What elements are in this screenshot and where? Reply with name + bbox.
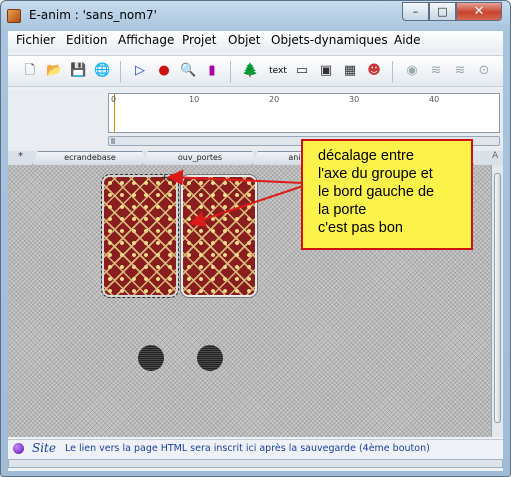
ruler-tick: 20: [269, 95, 280, 104]
minimize-button[interactable]: –: [402, 2, 429, 21]
menu-aide[interactable]: Aide: [394, 33, 421, 47]
toolbar-separator: [120, 61, 121, 83]
ruler-tick: 0: [111, 95, 117, 104]
menu-projet[interactable]: Projet: [182, 33, 216, 47]
timer-icon[interactable]: ⊙: [476, 63, 492, 79]
rectangle-icon[interactable]: ▭: [294, 63, 310, 79]
annotation-line: la porte: [318, 202, 367, 218]
eye-icon[interactable]: ◉: [404, 63, 420, 79]
client-area: Fichier Edition Affichage Projet Objet O…: [8, 31, 503, 471]
menu-bar: Fichier Edition Affichage Projet Objet O…: [8, 31, 503, 52]
record-icon[interactable]: ●: [156, 63, 172, 79]
palette-icon[interactable]: ▮: [204, 63, 220, 79]
app-icon: [7, 9, 21, 23]
tab-ecrandebase[interactable]: ecrandebase: [32, 151, 148, 165]
globe-icon[interactable]: 🌐: [94, 63, 110, 79]
layers-icon[interactable]: ≋: [428, 63, 444, 79]
menu-edition[interactable]: Edition: [66, 33, 108, 47]
frame-icon[interactable]: ▣: [318, 63, 334, 79]
menu-fichier[interactable]: Fichier: [16, 33, 55, 47]
ruler-tick: 40: [429, 95, 440, 104]
annotation-line: l'axe du groupe et: [318, 166, 433, 182]
annotation-box: décalage entre l'axe du groupe et le bor…: [301, 139, 473, 250]
door-left-card[interactable]: [101, 174, 179, 298]
site-link[interactable]: Site: [32, 441, 56, 455]
menu-affichage[interactable]: Affichage: [118, 33, 174, 47]
canvas-scrollbar[interactable]: [491, 165, 503, 437]
title-bar[interactable]: E-anim : 'sans_nom7' – □ ✕: [1, 1, 510, 31]
annotation-line: le bord gauche de: [318, 184, 435, 200]
tab-ouv-portes[interactable]: ouv_portes: [142, 151, 258, 165]
character-icon[interactable]: ☻: [366, 63, 382, 79]
window-title: E-anim : 'sans_nom7': [29, 8, 157, 22]
image-settings-icon[interactable]: ▦: [342, 63, 358, 79]
ruler-tick: 10: [189, 95, 200, 104]
text-tool-button[interactable]: text: [266, 63, 290, 79]
play-icon[interactable]: ▷: [132, 63, 148, 79]
tab-star: *: [18, 151, 23, 162]
annotation-line: décalage entre: [318, 148, 414, 164]
menu-objet[interactable]: Objet: [228, 33, 260, 47]
site-bullet-icon: [13, 443, 24, 454]
layers-alt-icon[interactable]: ≋: [452, 63, 468, 79]
close-button[interactable]: ✕: [456, 2, 502, 21]
dark-circle[interactable]: [138, 345, 164, 371]
scrollbar-thumb[interactable]: [494, 173, 501, 423]
open-folder-icon[interactable]: 📂: [46, 63, 62, 79]
app-window: E-anim : 'sans_nom7' – □ ✕ Fichier Editi…: [0, 0, 511, 477]
status-bar: Site Le lien vers la page HTML sera insc…: [8, 439, 503, 457]
timeline-ruler[interactable]: 0 10 20 30 40: [108, 93, 500, 133]
bottom-scrollbar[interactable]: [8, 459, 503, 468]
scrollbar-thumb[interactable]: [111, 138, 115, 144]
magnifier-icon[interactable]: 🔍: [180, 63, 196, 79]
toolbar-separator: [392, 61, 393, 83]
door-right-card[interactable]: [183, 177, 255, 295]
group-axis-marker: +: [161, 173, 169, 183]
tree-image-icon[interactable]: 🌲: [242, 63, 258, 79]
toolbar-separator: [230, 61, 231, 83]
status-message: Le lien vers la page HTML sera inscrit i…: [65, 443, 430, 454]
save-icon[interactable]: 💾: [70, 63, 86, 79]
menu-objets-dynamiques[interactable]: Objets-dynamiques: [271, 33, 388, 47]
toolbar: 🗋 📂 💾 🌐 ▷ ● 🔍 ▮ 🌲 text ▭ ▣ ▦ ☻ ◉ ≋ ≋ ⊙: [8, 55, 503, 87]
tab-more[interactable]: A: [492, 151, 498, 161]
annotation-line: c'est pas bon: [318, 220, 403, 236]
maximize-button[interactable]: □: [429, 2, 456, 21]
dark-circle[interactable]: [197, 345, 223, 371]
ruler-tick: 30: [349, 95, 360, 104]
new-file-icon[interactable]: 🗋: [22, 63, 38, 79]
